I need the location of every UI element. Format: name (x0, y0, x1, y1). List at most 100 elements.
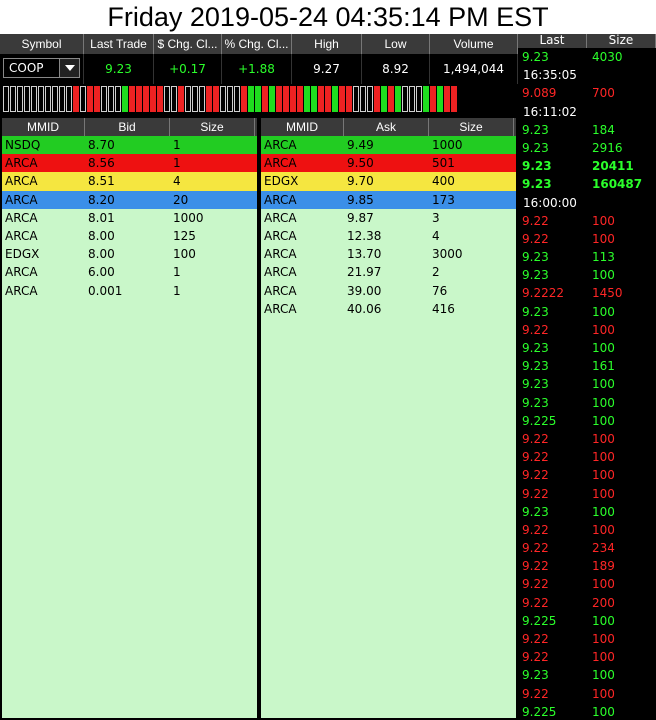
tape-trade-row: 9.23 2916 (518, 139, 656, 157)
tape-trade-row: 9.23 100 (518, 666, 656, 684)
tape-size: 100 (592, 704, 615, 719)
col-high-header[interactable]: High (292, 34, 362, 54)
bid-mmid: ARCA (5, 156, 38, 171)
ask-size: 501 (432, 156, 455, 171)
col-volume-header[interactable]: Volume (430, 34, 518, 54)
tape-trade-row: 9.23 100 (518, 375, 656, 393)
tape-trade-row: 9.22 100 (518, 448, 656, 466)
ask-mmid: ARCA (264, 247, 297, 262)
bid-size: 125 (173, 228, 196, 243)
tape-trade-row: 9.22 100 (518, 212, 656, 230)
tape-price: 9.23 (522, 50, 549, 64)
ask-mmid: ARCA (264, 156, 297, 171)
tick-marker (318, 86, 324, 112)
tick-marker (59, 86, 65, 112)
tape-trade-row: 9.225 100 (518, 703, 656, 720)
ask-book-panel: MMID Ask Size ARCA 9.49 1000 ARCA 9.50 501 EDG… (259, 116, 518, 720)
bid-book-panel: MMID Bid Size NSDQ 8.70 1 ARCA 8.56 1 ARCA 8.51… (0, 116, 259, 720)
ask-size-header[interactable]: Size (429, 118, 514, 136)
tape-trade-row: 9.23 100 (518, 266, 656, 284)
tape-trade-row: 9.22 100 (518, 648, 656, 666)
tape-trade-row: 9.2222 1450 (518, 284, 656, 302)
bid-row[interactable]: EDGX 8.00 100 (2, 245, 257, 263)
high-value: 9.27 (292, 54, 362, 84)
tape-last-header[interactable]: Last (518, 34, 587, 48)
ask-price-header[interactable]: Ask (344, 118, 429, 136)
ask-size: 4 (432, 228, 440, 243)
tick-marker (346, 86, 352, 112)
tick-marker (213, 86, 219, 112)
bid-row[interactable]: ARCA 6.00 1 (2, 263, 257, 281)
ask-mmid-header[interactable]: MMID (261, 118, 344, 136)
tape-price: 9.22 (522, 650, 549, 665)
ask-row[interactable]: ARCA 9.49 1000 (261, 136, 516, 155)
tape-trade-row: 9.23 160487 (518, 175, 656, 193)
tick-marker (402, 86, 408, 112)
tick-marker (206, 86, 212, 112)
ask-row[interactable]: ARCA 39.00 76 (261, 282, 516, 300)
tick-marker (241, 86, 247, 112)
tape-price: 9.23 (522, 268, 549, 283)
ask-row[interactable]: EDGX 9.70 400 (261, 172, 516, 191)
ask-size: 173 (432, 192, 455, 207)
volume-value: 1,494,044 (430, 54, 518, 84)
bid-row[interactable]: ARCA 8.20 20 (2, 190, 257, 209)
ask-row[interactable]: ARCA 40.06 416 (261, 300, 516, 318)
ask-size: 3 (432, 210, 440, 225)
chevron-down-icon[interactable] (59, 59, 79, 77)
bid-row[interactable]: ARCA 0.001 1 (2, 282, 257, 300)
bid-size: 100 (173, 247, 196, 262)
bid-price-header[interactable]: Bid (85, 118, 170, 136)
bid-mmid: NSDQ (5, 138, 41, 152)
col-low-header[interactable]: Low (362, 34, 430, 54)
symbol-select[interactable]: COOP (3, 58, 80, 78)
tick-marker (353, 86, 359, 112)
ask-row[interactable]: ARCA 9.87 3 (261, 209, 516, 227)
ask-row[interactable]: ARCA 13.70 3000 (261, 245, 516, 263)
tick-marker (283, 86, 289, 112)
tape-price: 9.089 (522, 86, 557, 101)
bid-size-header[interactable]: Size (170, 118, 255, 136)
ask-price: 9.85 (347, 192, 374, 207)
col-pct-change-header[interactable]: % Chg. Cl... (222, 34, 292, 54)
ask-row[interactable]: ARCA 12.38 4 (261, 227, 516, 245)
low-value: 8.92 (362, 54, 430, 84)
ask-row[interactable]: ARCA 9.85 173 (261, 190, 516, 209)
tick-marker (101, 86, 107, 112)
bid-row[interactable]: NSDQ 8.70 1 (2, 136, 257, 155)
bid-mmid-header[interactable]: MMID (2, 118, 85, 136)
tape-size: 100 (592, 413, 615, 428)
col-dollar-change-header[interactable]: $ Chg. Cl... (154, 34, 222, 54)
tape-trade-row: 9.225 100 (518, 612, 656, 630)
bid-row[interactable]: ARCA 8.51 4 (2, 172, 257, 191)
ask-row[interactable]: ARCA 9.50 501 (261, 154, 516, 173)
bid-size: 1 (173, 265, 181, 280)
tick-marker (171, 86, 177, 112)
tick-marker (157, 86, 163, 112)
ask-size: 1000 (432, 138, 463, 152)
tape-price: 9.22 (522, 431, 549, 446)
col-symbol-header[interactable]: Symbol (0, 34, 84, 54)
bid-mmid: ARCA (5, 192, 38, 207)
bid-size: 1 (173, 138, 181, 152)
ask-price: 9.70 (347, 174, 374, 189)
tick-marker (437, 86, 443, 112)
ask-row[interactable]: ARCA 21.97 2 (261, 263, 516, 281)
tape-size: 4030 (592, 50, 623, 64)
tape-size: 184 (592, 122, 615, 137)
tick-marker (248, 86, 254, 112)
bid-price: 8.20 (88, 192, 115, 207)
bid-row[interactable]: ARCA 8.56 1 (2, 154, 257, 173)
tick-marker (199, 86, 205, 112)
bid-row[interactable]: ARCA 8.00 125 (2, 227, 257, 245)
tick-marker (136, 86, 142, 112)
tape-size: 100 (592, 377, 615, 392)
tape-size-header[interactable]: Size (587, 34, 656, 48)
tape-price: 9.23 (522, 140, 549, 155)
tape-size: 100 (592, 632, 615, 646)
ask-mmid: ARCA (264, 210, 297, 225)
col-last-trade-header[interactable]: Last Trade (84, 34, 154, 54)
ask-price: 39.00 (347, 283, 382, 298)
bid-row[interactable]: ARCA 8.01 1000 (2, 209, 257, 227)
tick-marker (367, 86, 373, 112)
